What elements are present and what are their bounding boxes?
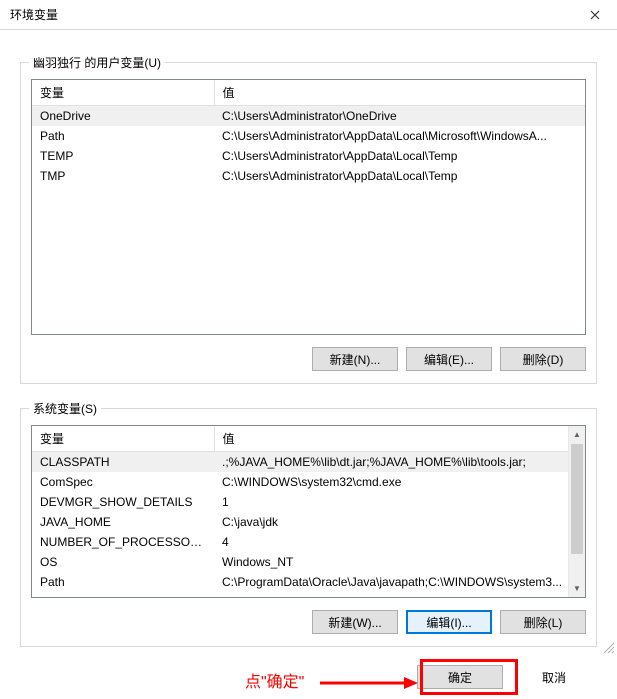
var-value-cell: C:\Users\Administrator\OneDrive bbox=[214, 106, 585, 127]
var-name-cell: OneDrive bbox=[32, 106, 214, 127]
table-row[interactable]: OSWindows_NT bbox=[32, 552, 585, 572]
user-variables-table[interactable]: 变量 值 OneDriveC:\Users\Administrator\OneD… bbox=[31, 79, 586, 335]
var-name-cell: JAVA_HOME bbox=[32, 512, 214, 532]
table-row[interactable]: OneDriveC:\Users\Administrator\OneDrive bbox=[32, 106, 585, 127]
sys-group-label: 系统变量(S) bbox=[29, 400, 101, 417]
sys-new-button[interactable]: 新建(W)... bbox=[312, 610, 398, 634]
user-edit-button[interactable]: 编辑(E)... bbox=[406, 347, 492, 371]
var-name-cell: DEVMGR_SHOW_DETAILS bbox=[32, 492, 214, 512]
sys-col-name-header[interactable]: 变量 bbox=[32, 426, 214, 452]
user-group-label: 幽羽独行 的用户变量(U) bbox=[29, 54, 165, 71]
table-row[interactable]: PathC:\ProgramData\Oracle\Java\javapath;… bbox=[32, 572, 585, 592]
scroll-thumb[interactable] bbox=[571, 444, 583, 554]
var-name-cell: CLASSPATH bbox=[32, 452, 214, 473]
cancel-button[interactable]: 取消 bbox=[511, 665, 597, 689]
var-name-cell: Path bbox=[32, 572, 214, 592]
sys-delete-button[interactable]: 删除(L) bbox=[500, 610, 586, 634]
user-col-name-header[interactable]: 变量 bbox=[32, 80, 214, 106]
var-value-cell: C:\Users\Administrator\AppData\Local\Tem… bbox=[214, 146, 585, 166]
var-name-cell: Path bbox=[32, 126, 214, 146]
var-value-cell: C:\ProgramData\Oracle\Java\javapath;C:\W… bbox=[214, 572, 585, 592]
system-variables-group: 系统变量(S) 变量 值 CLASSPATH.;%JAVA_HOME%\lib\… bbox=[20, 408, 597, 647]
var-value-cell: 4 bbox=[214, 532, 585, 552]
table-row[interactable]: TMPC:\Users\Administrator\AppData\Local\… bbox=[32, 166, 585, 186]
annotation-arrow-icon bbox=[318, 673, 418, 693]
table-row[interactable]: TEMPC:\Users\Administrator\AppData\Local… bbox=[32, 146, 585, 166]
user-col-value-header[interactable]: 值 bbox=[214, 80, 585, 106]
user-variables-group: 幽羽独行 的用户变量(U) 变量 值 OneDriveC:\Users\Admi… bbox=[20, 62, 597, 384]
sys-button-row: 新建(W)... 编辑(I)... 删除(L) bbox=[31, 610, 586, 634]
annotation-text: 点"确定" bbox=[245, 668, 304, 692]
table-row[interactable]: PathC:\Users\Administrator\AppData\Local… bbox=[32, 126, 585, 146]
var-value-cell: C:\Users\Administrator\AppData\Local\Mic… bbox=[214, 126, 585, 146]
var-value-cell: 1 bbox=[214, 492, 585, 512]
ok-button[interactable]: 确定 bbox=[417, 665, 503, 689]
var-value-cell: C:\Users\Administrator\AppData\Local\Tem… bbox=[214, 166, 585, 186]
system-variables-table[interactable]: 变量 值 CLASSPATH.;%JAVA_HOME%\lib\dt.jar;%… bbox=[31, 425, 586, 598]
table-row[interactable]: DEVMGR_SHOW_DETAILS1 bbox=[32, 492, 585, 512]
var-name-cell: TMP bbox=[32, 166, 214, 186]
var-value-cell: .;%JAVA_HOME%\lib\dt.jar;%JAVA_HOME%\lib… bbox=[214, 452, 585, 473]
dialog-body: 幽羽独行 的用户变量(U) 变量 值 OneDriveC:\Users\Admi… bbox=[0, 30, 617, 699]
table-row[interactable]: ComSpecC:\WINDOWS\system32\cmd.exe bbox=[32, 472, 585, 492]
table-row[interactable]: NUMBER_OF_PROCESSORS4 bbox=[32, 532, 585, 552]
scroll-up-icon[interactable]: ▲ bbox=[569, 426, 585, 443]
sys-edit-button[interactable]: 编辑(I)... bbox=[406, 610, 492, 634]
resize-grip-icon[interactable] bbox=[601, 640, 615, 654]
vertical-scrollbar[interactable]: ▲ ▼ bbox=[568, 426, 585, 597]
dialog-button-row: 点"确定" 确定 取消 bbox=[20, 665, 597, 689]
var-value-cell: C:\WINDOWS\system32\cmd.exe bbox=[214, 472, 585, 492]
user-new-button[interactable]: 新建(N)... bbox=[312, 347, 398, 371]
dialog-title: 环境变量 bbox=[10, 6, 58, 23]
var-value-cell: C:\java\jdk bbox=[214, 512, 585, 532]
titlebar: 环境变量 bbox=[0, 0, 617, 30]
close-button[interactable] bbox=[572, 0, 617, 29]
var-name-cell: ComSpec bbox=[32, 472, 214, 492]
user-button-row: 新建(N)... 编辑(E)... 删除(D) bbox=[31, 347, 586, 371]
var-name-cell: TEMP bbox=[32, 146, 214, 166]
var-name-cell: NUMBER_OF_PROCESSORS bbox=[32, 532, 214, 552]
user-delete-button[interactable]: 删除(D) bbox=[500, 347, 586, 371]
var-name-cell: OS bbox=[32, 552, 214, 572]
table-row[interactable]: JAVA_HOMEC:\java\jdk bbox=[32, 512, 585, 532]
scroll-down-icon[interactable]: ▼ bbox=[569, 580, 585, 597]
var-value-cell: Windows_NT bbox=[214, 552, 585, 572]
sys-col-value-header[interactable]: 值 bbox=[214, 426, 585, 452]
table-row[interactable]: CLASSPATH.;%JAVA_HOME%\lib\dt.jar;%JAVA_… bbox=[32, 452, 585, 473]
close-icon bbox=[590, 10, 600, 20]
